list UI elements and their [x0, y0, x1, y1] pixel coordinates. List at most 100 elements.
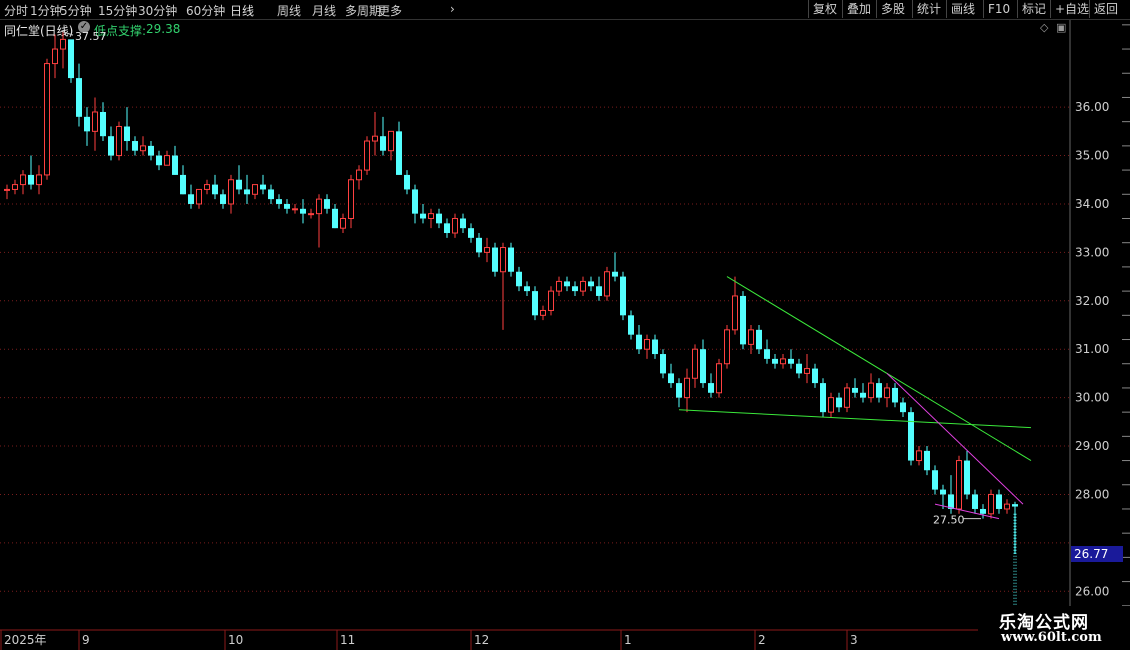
candle-body-70 [564, 281, 570, 287]
candle-body-97 [780, 358, 786, 365]
x-tick-label-7: 3 [850, 633, 858, 647]
candle-body-34 [276, 199, 282, 204]
period-tab-10[interactable]: 更多 [378, 2, 402, 19]
y-tick-label-6: 33.00 [1075, 245, 1109, 259]
candle-body-86 [692, 348, 698, 379]
candle-body-126 [1012, 504, 1018, 507]
candle-body-117 [940, 489, 946, 495]
toolbar: 分时 1分钟 5分钟 15分钟 30分钟 60分钟 日线 周线 月线 多周期 更多 › 复权 叠加 多股 统计… [0, 0, 1130, 20]
low-label: 27.50 [933, 514, 965, 527]
x-tick-label-1: 9 [82, 633, 90, 647]
candle-body-111 [892, 387, 898, 403]
toolbar-button-0[interactable]: 复权 [808, 0, 841, 18]
candle-body-7 [60, 38, 66, 50]
toolbar-button-7[interactable]: +自选 [1050, 0, 1093, 18]
candle-body-61 [492, 247, 498, 272]
candle-body-100 [804, 368, 810, 374]
candle-body-53 [428, 213, 434, 219]
watermark-url: www.60lt.com [1001, 630, 1102, 645]
candle-body-29 [236, 179, 242, 190]
y-tick-label-4: 31.00 [1075, 342, 1109, 356]
candle-body-57 [460, 218, 466, 229]
candle-body-99 [796, 363, 802, 374]
candle-body-21 [172, 155, 178, 175]
period-tab-1[interactable]: 1分钟 [30, 2, 62, 19]
candle-body-8 [68, 39, 74, 79]
candle-body-122 [980, 508, 986, 514]
candle-body-0 [4, 188, 10, 191]
candle-body-90 [724, 329, 730, 365]
period-tab-8[interactable]: 月线 [312, 2, 336, 19]
y-tick-label-3: 30.00 [1075, 391, 1109, 405]
period-tab-3[interactable]: 15分钟 [98, 2, 137, 19]
candle-body-83 [668, 373, 674, 384]
candle-body-32 [260, 184, 266, 190]
y-tick-label-7: 34.00 [1075, 197, 1109, 211]
watermark: 乐淘公式网 www.60lt.com [985, 606, 1130, 650]
candle-body-123 [988, 493, 994, 515]
x-tick-label-6: 2 [758, 633, 766, 647]
candle-body-94 [756, 329, 762, 350]
candle-body-69 [556, 280, 562, 292]
high-label: 37.57 [75, 30, 107, 43]
period-tab-5[interactable]: 60分钟 [186, 2, 225, 19]
candle-body-12 [100, 111, 106, 137]
candle-body-19 [156, 155, 162, 166]
candle-body-89 [716, 363, 722, 394]
x-tick-label-5: 1 [624, 633, 632, 647]
last-price-label: 26.77 [1074, 547, 1108, 561]
toolbar-button-5[interactable]: F10 [983, 0, 1014, 18]
candle-body-98 [788, 358, 794, 364]
candle-body-74 [596, 286, 602, 296]
candle-body-102 [820, 383, 826, 413]
period-tab-6[interactable]: 日线 [230, 2, 254, 19]
period-tab-2[interactable]: 5分钟 [60, 2, 92, 19]
candle-body-119 [956, 460, 962, 510]
candle-body-67 [540, 309, 546, 316]
candle-body-51 [412, 189, 418, 214]
chevron-right-icon[interactable]: › [450, 2, 455, 16]
candle-body-54 [436, 213, 442, 224]
candle-body-59 [476, 237, 482, 253]
y-tick-label-9: 36.00 [1075, 100, 1109, 114]
candle-body-87 [700, 349, 706, 384]
candle-body-82 [660, 354, 666, 374]
period-tab-7[interactable]: 周线 [277, 2, 301, 19]
candle-body-124 [996, 494, 1002, 509]
period-tab-4[interactable]: 30分钟 [138, 2, 177, 19]
candle-body-120 [964, 460, 970, 495]
candle-body-68 [548, 290, 554, 311]
candle-body-15 [124, 126, 130, 142]
x-tick-label-3: 11 [340, 633, 355, 647]
candle-body-24 [196, 188, 202, 205]
toolbar-button-2[interactable]: 多股 [876, 0, 909, 18]
candle-body-33 [268, 189, 274, 200]
candle-body-112 [900, 402, 906, 413]
candle-body-66 [532, 291, 538, 316]
candle-body-121 [972, 494, 978, 509]
candle-body-52 [420, 213, 426, 219]
period-tab-9[interactable]: 多周期 [345, 2, 381, 19]
candle-body-39 [316, 198, 322, 215]
period-tab-0[interactable]: 分时 [4, 2, 28, 19]
candle-body-20 [164, 155, 170, 166]
candle-body-105 [844, 387, 850, 408]
candle-body-84 [676, 383, 682, 398]
candle-body-16 [132, 141, 138, 151]
toolbar-button-3[interactable]: 统计 [912, 0, 945, 18]
toolbar-button-4[interactable]: 画线 [946, 0, 979, 18]
candle-body-101 [812, 368, 818, 384]
candle-body-47 [380, 136, 386, 151]
candle-body-14 [116, 126, 122, 157]
toolbar-button-1[interactable]: 叠加 [842, 0, 875, 18]
candle-body-80 [644, 339, 650, 350]
toolbar-button-8[interactable]: 返回 [1089, 0, 1122, 18]
trend-line-0 [726, 276, 1032, 461]
toolbar-button-6[interactable]: 标记 [1017, 0, 1050, 18]
candle-body-36 [292, 208, 298, 211]
candle-body-58 [468, 228, 474, 238]
candlestick-chart[interactable]: 26.00 28.00 29.00 30.00 31.00 32.00 33.00 34.00… [0, 20, 1130, 650]
candle-body-30 [244, 189, 250, 195]
y-tick-label-1: 28.00 [1075, 487, 1109, 501]
candle-body-5 [44, 63, 50, 176]
